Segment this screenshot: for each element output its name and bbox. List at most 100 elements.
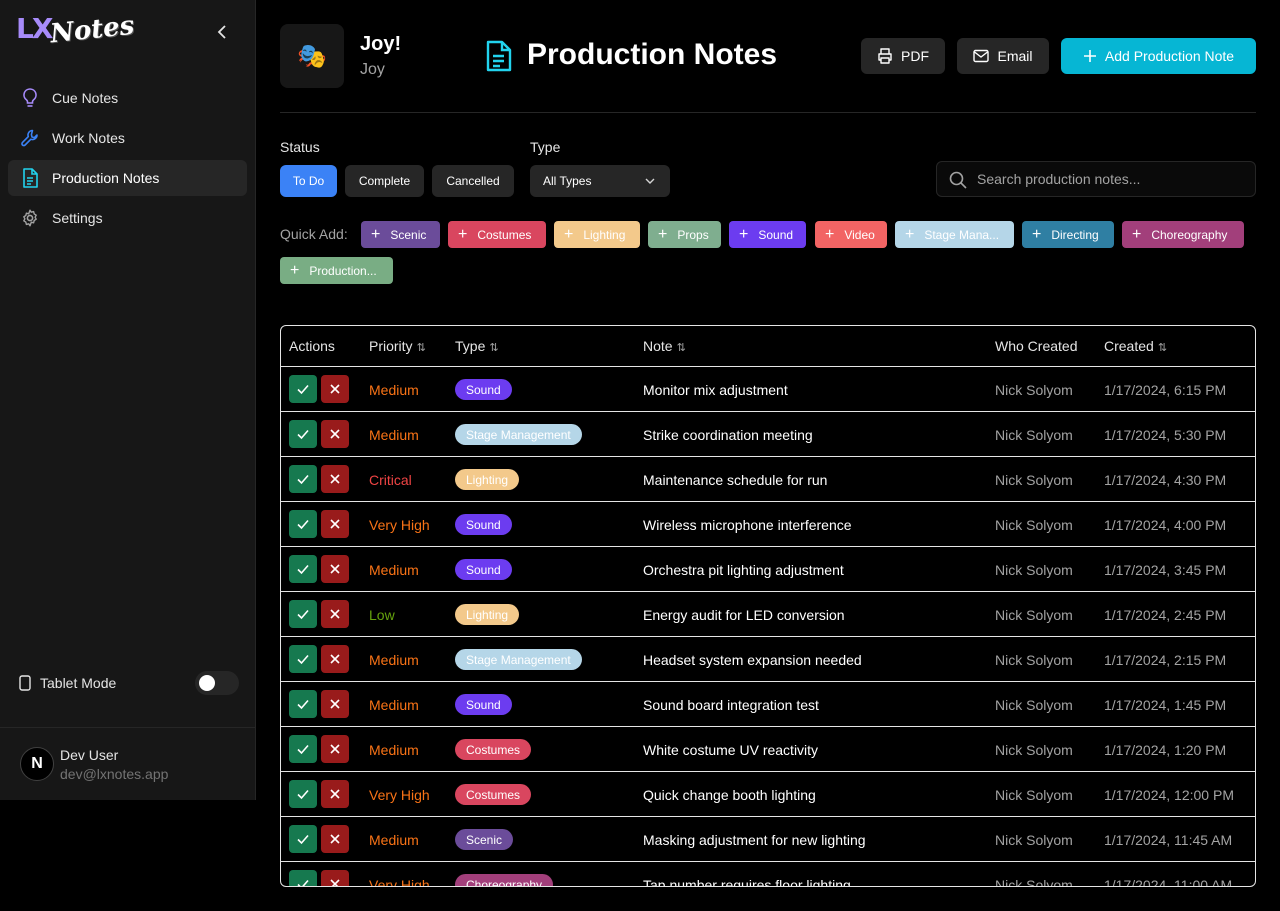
email-label: Email bbox=[997, 48, 1033, 64]
quick-add-production[interactable]: + Production... bbox=[280, 257, 393, 284]
quick-add-scenic[interactable]: + Scenic bbox=[361, 221, 440, 248]
sidebar-item-cue-notes[interactable]: Cue Notes bbox=[8, 80, 247, 116]
table-row[interactable]: Low Lighting Energy audit for LED conversi… bbox=[281, 592, 1255, 637]
complete-button[interactable] bbox=[289, 825, 317, 853]
quick-add-lighting[interactable]: + Lighting bbox=[554, 221, 640, 248]
gear-icon bbox=[20, 208, 40, 228]
note-cell: Monitor mix adjustment bbox=[643, 382, 788, 398]
search-input[interactable] bbox=[977, 171, 1237, 187]
created-cell: 1/17/2024, 1:20 PM bbox=[1104, 742, 1227, 758]
sidebar-item-production-notes[interactable]: Production Notes bbox=[8, 160, 247, 196]
who-created-cell: Nick Solyom bbox=[995, 607, 1073, 623]
close-icon bbox=[330, 654, 340, 664]
table-row[interactable]: Critical Lighting Maintenance schedule for… bbox=[281, 457, 1255, 502]
file-text-icon bbox=[486, 40, 512, 72]
who-created-cell: Nick Solyom bbox=[995, 517, 1073, 533]
table-row[interactable]: Medium Stage Management Strike coordinatio… bbox=[281, 412, 1255, 457]
plus-icon: + bbox=[290, 261, 300, 279]
type-select[interactable]: All Types bbox=[530, 165, 670, 197]
tablet-mode-toggle[interactable] bbox=[195, 671, 239, 695]
col-note[interactable]: Note ⇅ bbox=[643, 338, 686, 354]
quick-add-video[interactable]: + Video bbox=[815, 221, 887, 248]
complete-button[interactable] bbox=[289, 690, 317, 718]
close-icon bbox=[330, 834, 340, 844]
quick-add-costumes[interactable]: + Costumes bbox=[448, 221, 546, 248]
cancel-button[interactable] bbox=[321, 690, 349, 718]
cancel-button[interactable] bbox=[321, 375, 349, 403]
quick-add-directing[interactable]: + Directing bbox=[1022, 221, 1114, 248]
pdf-button[interactable]: PDF bbox=[861, 38, 945, 74]
quick-add-stage-mana[interactable]: + Stage Mana... bbox=[895, 221, 1014, 248]
complete-button[interactable] bbox=[289, 510, 317, 538]
search-field bbox=[936, 161, 1256, 197]
sidebar-item-settings[interactable]: Settings bbox=[8, 200, 247, 236]
cancel-button[interactable] bbox=[321, 600, 349, 628]
col-created[interactable]: Created ⇅ bbox=[1104, 338, 1167, 354]
who-created-cell: Nick Solyom bbox=[995, 697, 1073, 713]
who-created-cell: Nick Solyom bbox=[995, 787, 1073, 803]
complete-button[interactable] bbox=[289, 645, 317, 673]
table-row[interactable]: Medium Scenic Masking adjustment for new l… bbox=[281, 817, 1255, 862]
plus-icon: + bbox=[905, 225, 915, 243]
complete-button[interactable] bbox=[289, 375, 317, 403]
cancel-button[interactable] bbox=[321, 510, 349, 538]
col-priority[interactable]: Priority ⇅ bbox=[369, 338, 426, 354]
complete-button[interactable] bbox=[289, 870, 317, 886]
status-todo-button[interactable]: To Do bbox=[280, 165, 337, 197]
col-type[interactable]: Type ⇅ bbox=[455, 338, 499, 354]
quick-add-sound[interactable]: + Sound bbox=[729, 221, 806, 248]
cancel-button[interactable] bbox=[321, 555, 349, 583]
plus-icon: + bbox=[458, 225, 468, 243]
table-row[interactable]: Medium Sound Sound board integration test N… bbox=[281, 682, 1255, 727]
quick-add-props[interactable]: + Props bbox=[648, 221, 721, 248]
app-logo[interactable]: LX Notes bbox=[16, 11, 136, 54]
close-icon bbox=[330, 519, 340, 529]
plus-icon: + bbox=[564, 225, 574, 243]
complete-button[interactable] bbox=[289, 600, 317, 628]
type-select-value: All Types bbox=[543, 174, 592, 188]
table-row[interactable]: Very High Costumes Quick change booth ligh… bbox=[281, 772, 1255, 817]
user-profile[interactable]: N Dev User dev@lxnotes.app bbox=[0, 727, 256, 800]
collapse-sidebar-button[interactable] bbox=[212, 22, 232, 42]
sort-icon: ⇅ bbox=[416, 342, 426, 354]
plus-icon: + bbox=[1032, 225, 1042, 243]
cancel-button[interactable] bbox=[321, 825, 349, 853]
check-icon bbox=[297, 564, 309, 575]
priority-cell: Medium bbox=[369, 562, 419, 578]
col-who-created: Who Created bbox=[995, 338, 1078, 354]
user-name: Dev User bbox=[60, 746, 119, 763]
table-row[interactable]: Medium Costumes White costume UV reactivit… bbox=[281, 727, 1255, 772]
cancel-button[interactable] bbox=[321, 420, 349, 448]
email-button[interactable]: Email bbox=[957, 38, 1049, 74]
complete-button[interactable] bbox=[289, 465, 317, 493]
cancel-button[interactable] bbox=[321, 465, 349, 493]
priority-cell: Very High bbox=[369, 787, 430, 803]
add-production-note-button[interactable]: Add Production Note bbox=[1061, 38, 1256, 74]
type-badge: Costumes bbox=[455, 784, 532, 805]
note-cell: Headset system expansion needed bbox=[643, 652, 862, 668]
table-row[interactable]: Very High Sound Wireless microphone interf… bbox=[281, 502, 1255, 547]
table-row[interactable]: Medium Sound Orchestra pit lighting adjust… bbox=[281, 547, 1255, 592]
cancel-button[interactable] bbox=[321, 735, 349, 763]
table-row[interactable]: Very High Choreography Tap number requires… bbox=[281, 862, 1255, 886]
table-row[interactable]: Medium Stage Management Headset system exp… bbox=[281, 637, 1255, 682]
close-icon bbox=[330, 609, 340, 619]
cancel-button[interactable] bbox=[321, 645, 349, 673]
table-row[interactable]: Medium Sound Monitor mix adjustment Nick So… bbox=[281, 367, 1255, 412]
quick-add-choreography[interactable]: + Choreography bbox=[1122, 221, 1244, 248]
cancel-button[interactable] bbox=[321, 870, 349, 886]
created-cell: 1/17/2024, 4:30 PM bbox=[1104, 472, 1227, 488]
status-cancelled-button[interactable]: Cancelled bbox=[432, 165, 514, 197]
complete-button[interactable] bbox=[289, 420, 317, 448]
complete-button[interactable] bbox=[289, 735, 317, 763]
sidebar-item-work-notes[interactable]: Work Notes bbox=[8, 120, 247, 156]
note-cell: Maintenance schedule for run bbox=[643, 472, 828, 488]
complete-button[interactable] bbox=[289, 780, 317, 808]
status-complete-button[interactable]: Complete bbox=[345, 165, 424, 197]
cancel-button[interactable] bbox=[321, 780, 349, 808]
plus-icon: + bbox=[371, 225, 381, 243]
close-icon bbox=[330, 879, 340, 886]
created-cell: 1/17/2024, 2:15 PM bbox=[1104, 652, 1227, 668]
complete-button[interactable] bbox=[289, 555, 317, 583]
sort-icon: ⇅ bbox=[676, 342, 686, 354]
